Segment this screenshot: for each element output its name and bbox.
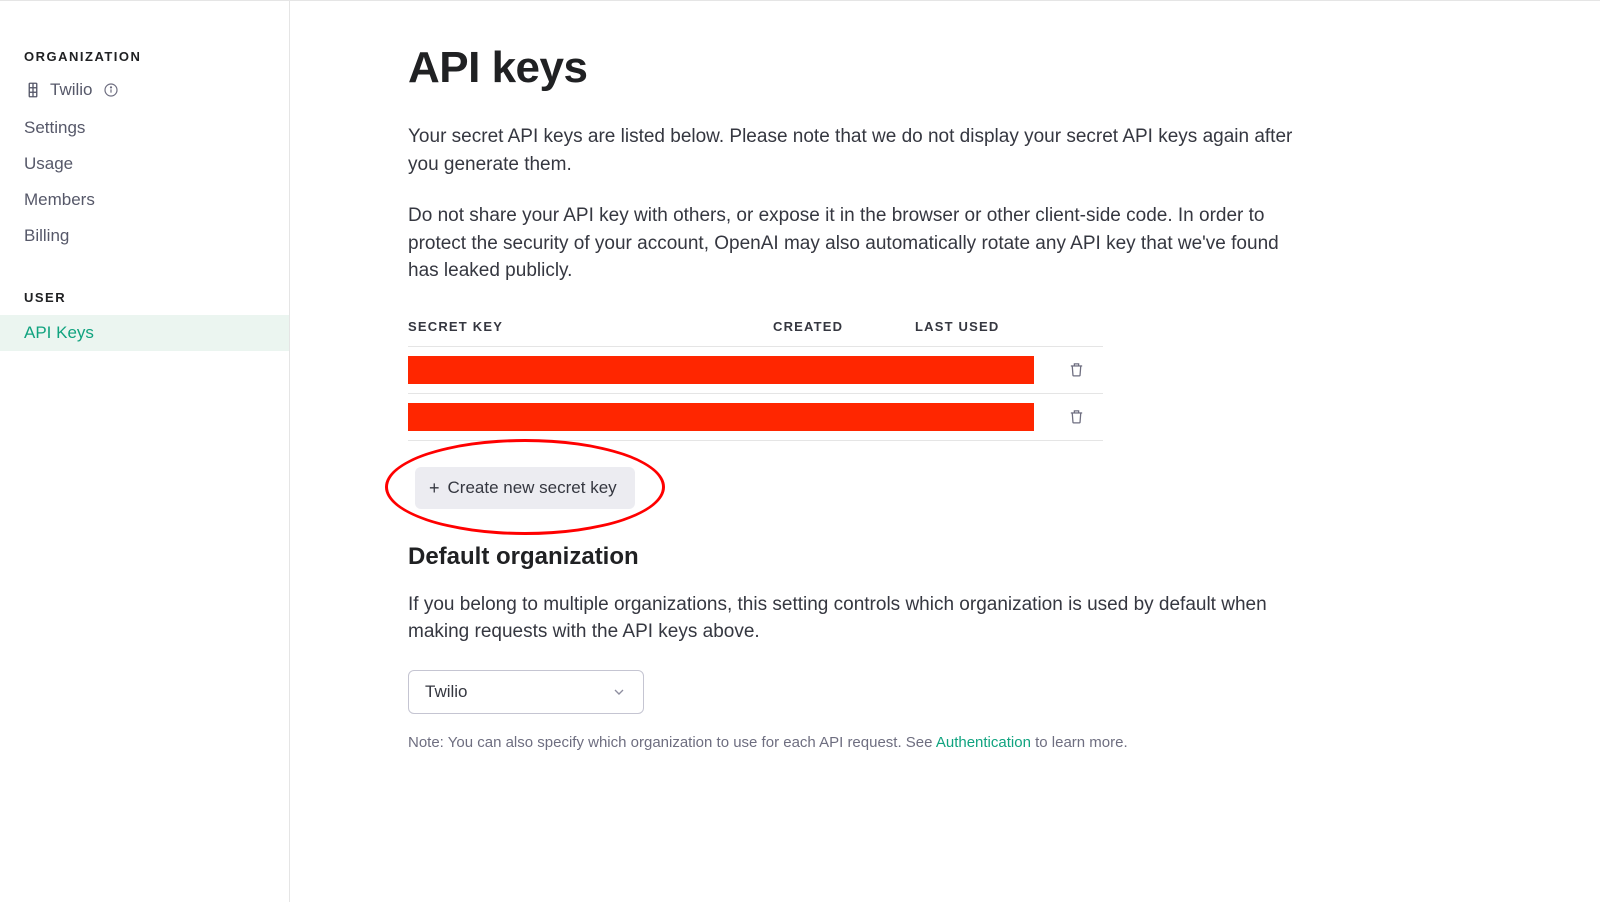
sidebar-item-settings[interactable]: Settings [0, 110, 289, 146]
table-header-last-used: LAST USED [915, 319, 1103, 334]
sidebar-item-label: Usage [24, 154, 73, 174]
redacted-key-cell [408, 403, 1034, 431]
intro-paragraph-2: Do not share your API key with others, o… [408, 202, 1308, 285]
default-organization-heading: Default organization [408, 543, 1480, 571]
create-secret-key-button[interactable]: + Create new secret key [415, 467, 635, 509]
create-button-label: Create new secret key [448, 478, 617, 498]
note-prefix: Note: You can also specify which organiz… [408, 734, 936, 751]
trash-icon[interactable] [1068, 408, 1085, 425]
sidebar-org-row[interactable]: Twilio [0, 74, 289, 110]
sidebar-item-label: Settings [24, 118, 85, 138]
sidebar-item-members[interactable]: Members [0, 182, 289, 218]
table-header-secret-key: SECRET KEY [408, 319, 773, 334]
sidebar-heading-user: USER [0, 290, 289, 315]
row-actions [1034, 408, 1103, 425]
page-title: API keys [408, 43, 1480, 93]
table-header-row: SECRET KEY CREATED LAST USED [408, 309, 1103, 347]
redacted-key-cell [408, 356, 1034, 384]
sidebar: ORGANIZATION Twilio Settings [0, 1, 290, 902]
default-org-note: Note: You can also specify which organiz… [408, 734, 1480, 751]
table-row [408, 347, 1103, 394]
sidebar-item-label: API Keys [24, 323, 94, 343]
default-org-select[interactable]: Twilio [408, 670, 644, 714]
main-content: API keys Your secret API keys are listed… [290, 1, 1600, 902]
sidebar-org-name: Twilio [50, 80, 93, 100]
authentication-link[interactable]: Authentication [936, 734, 1031, 751]
table-row [408, 394, 1103, 441]
intro-paragraph-1: Your secret API keys are listed below. P… [408, 123, 1308, 178]
sidebar-item-label: Billing [24, 226, 69, 246]
chevron-down-icon [611, 684, 627, 700]
create-key-wrap: + Create new secret key [408, 467, 1480, 509]
sidebar-item-usage[interactable]: Usage [0, 146, 289, 182]
default-org-paragraph: If you belong to multiple organizations,… [408, 591, 1308, 646]
default-org-selected: Twilio [425, 682, 468, 702]
plus-icon: + [429, 479, 440, 497]
info-icon[interactable] [103, 82, 119, 98]
sidebar-item-label: Members [24, 190, 95, 210]
table-header-created: CREATED [773, 319, 915, 334]
trash-icon[interactable] [1068, 361, 1085, 378]
building-icon [24, 81, 42, 99]
row-actions [1034, 361, 1103, 378]
note-suffix: to learn more. [1031, 734, 1128, 751]
sidebar-item-billing[interactable]: Billing [0, 218, 289, 254]
api-keys-table: SECRET KEY CREATED LAST USED [408, 309, 1103, 441]
sidebar-heading-organization: ORGANIZATION [0, 49, 289, 74]
sidebar-item-api-keys[interactable]: API Keys [0, 315, 289, 351]
